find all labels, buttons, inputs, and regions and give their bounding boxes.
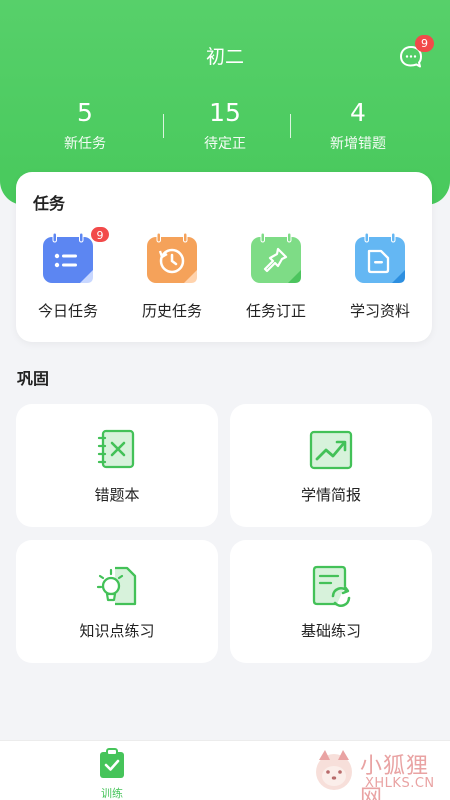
task-item-today[interactable]: 9 今日任务 (16, 226, 120, 330)
task-label: 今日任务 (37, 302, 98, 320)
watermark-domain: XHLKS.CN (365, 776, 435, 791)
lightbulb-doc-icon (96, 566, 137, 606)
trend-chart-icon (309, 430, 353, 470)
task-label: 学习资料 (349, 302, 410, 320)
watermark-text: 小狐狸网 (360, 754, 430, 800)
calendar-list-icon (43, 232, 93, 283)
tile-label: 学情简报 (300, 486, 361, 504)
grade-title[interactable]: 初二 (0, 42, 450, 69)
wrong-book-icon (97, 429, 135, 469)
stat-label: 新增错题 (330, 136, 386, 152)
tile-label: 知识点练习 (79, 622, 155, 640)
task-label: 历史任务 (141, 302, 202, 320)
task-label: 任务订正 (245, 302, 306, 320)
consolidate-section-title: 巩固 (17, 369, 50, 388)
tile-knowledge-practice[interactable]: 知识点练习 (16, 540, 218, 663)
stat-value: 15 (209, 98, 241, 127)
refresh-doc-icon (312, 565, 351, 607)
calendar-history-icon (147, 232, 197, 283)
site-watermark: 小狐狸网 XHLKS.CN (310, 742, 450, 800)
task-badge: 9 (90, 226, 110, 243)
fox-logo-icon (316, 750, 352, 790)
tile-wrong-book[interactable]: 错题本 (16, 404, 218, 527)
calendar-folder-icon (355, 232, 405, 283)
stat-label: 待定正 (204, 136, 246, 152)
stat-value: 4 (350, 98, 366, 127)
stat-label: 新任务 (64, 136, 106, 152)
stat-pending-corrections[interactable]: 15 待定正 (150, 96, 300, 158)
stat-value: 5 (77, 98, 93, 127)
calendar-pin-icon (251, 232, 301, 283)
tile-label: 错题本 (94, 486, 140, 504)
task-item-materials[interactable]: 学习资料 (328, 230, 432, 330)
task-section-title: 任务 (33, 194, 66, 213)
stat-new-tasks[interactable]: 5 新任务 (10, 96, 160, 158)
tab-training[interactable]: 训练 (82, 747, 142, 800)
message-badge: 9 (415, 35, 434, 52)
stats-row: 5 新任务 15 待定正 4 新增错题 (0, 96, 450, 166)
tile-learning-report[interactable]: 学情简报 (230, 404, 432, 527)
tile-label: 基础练习 (300, 622, 361, 640)
tab-label: 训练 (101, 787, 123, 800)
stat-new-wrong-questions[interactable]: 4 新增错题 (283, 96, 433, 158)
task-item-history[interactable]: 历史任务 (120, 230, 224, 330)
tile-basic-practice[interactable]: 基础练习 (230, 540, 432, 663)
task-item-correction[interactable]: 任务订正 (224, 230, 328, 330)
clipboard-check-icon (100, 748, 124, 778)
task-card: 任务 9 今日任务 历史任务 任务订正 学习资料 (16, 172, 432, 342)
